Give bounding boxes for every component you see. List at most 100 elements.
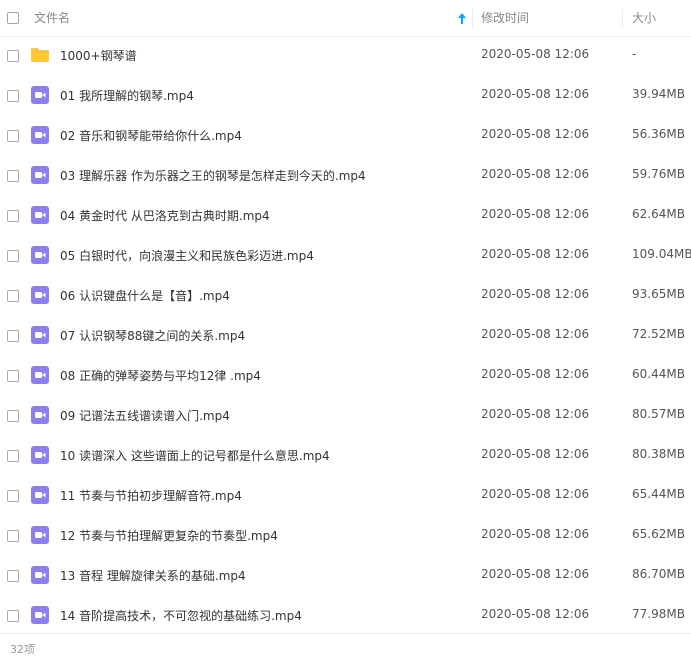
file-modified-time: 2020-05-08 12:06 xyxy=(481,407,590,421)
row-checkbox[interactable] xyxy=(7,490,19,502)
file-size: 60.44MB xyxy=(632,367,685,381)
file-name[interactable]: 08 正确的弹琴姿势与平均12律 .mp4 xyxy=(60,367,261,384)
file-size: - xyxy=(632,47,637,61)
file-modified-time: 2020-05-08 12:06 xyxy=(481,87,590,101)
file-size: 80.57MB xyxy=(632,407,685,421)
file-modified-time: 2020-05-08 12:06 xyxy=(481,287,590,301)
file-name[interactable]: 09 记谱法五线谱读谱入门.mp4 xyxy=(60,407,230,424)
file-modified-time: 2020-05-08 12:06 xyxy=(481,487,590,501)
column-divider[interactable] xyxy=(472,9,473,28)
row-checkbox[interactable] xyxy=(7,610,19,622)
video-file-icon xyxy=(30,605,50,625)
file-size: 65.62MB xyxy=(632,527,685,541)
file-modified-time: 2020-05-08 12:06 xyxy=(481,127,590,141)
file-modified-time: 2020-05-08 12:06 xyxy=(481,447,590,461)
file-row[interactable]: 09 记谱法五线谱读谱入门.mp4 2020-05-08 12:06 80.57MB xyxy=(0,396,691,436)
file-row[interactable]: 14 音阶提高技术，不可忽视的基础练习.mp4 2020-05-08 12:06 7… xyxy=(0,596,691,636)
row-checkbox[interactable] xyxy=(7,330,19,342)
row-checkbox[interactable] xyxy=(7,170,19,182)
file-row[interactable]: 03 理解乐器 作为乐器之王的钢琴是怎样走到今天的.mp4 2020-05-08 … xyxy=(0,156,691,196)
file-list-header: 文件名 修改时间 大小 xyxy=(0,0,691,37)
file-row[interactable]: 02 音乐和钢琴能带给你什么.mp4 2020-05-08 12:06 56.36M… xyxy=(0,116,691,156)
row-checkbox[interactable] xyxy=(7,50,19,62)
row-checkbox[interactable] xyxy=(7,290,19,302)
video-file-icon xyxy=(30,445,50,465)
file-modified-time: 2020-05-08 12:06 xyxy=(481,47,590,61)
video-file-icon xyxy=(30,205,50,225)
file-modified-time: 2020-05-08 12:06 xyxy=(481,527,590,541)
file-name[interactable]: 06 认识键盘什么是【音】.mp4 xyxy=(60,287,230,304)
file-row[interactable]: 13 音程 理解旋律关系的基础.mp4 2020-05-08 12:06 86.70… xyxy=(0,556,691,596)
file-name[interactable]: 13 音程 理解旋律关系的基础.mp4 xyxy=(60,567,246,584)
row-checkbox[interactable] xyxy=(7,210,19,222)
folder-icon xyxy=(30,45,50,65)
column-header-name[interactable]: 文件名 xyxy=(34,0,472,37)
row-checkbox[interactable] xyxy=(7,530,19,542)
file-name[interactable]: 12 节奏与节拍理解更复杂的节奏型.mp4 xyxy=(60,527,278,544)
file-size: 62.64MB xyxy=(632,207,685,221)
file-name[interactable]: 14 音阶提高技术，不可忽视的基础练习.mp4 xyxy=(60,607,302,624)
column-divider[interactable] xyxy=(622,9,623,28)
video-file-icon xyxy=(30,285,50,305)
sort-ascending-icon[interactable] xyxy=(458,13,466,24)
file-size: 72.52MB xyxy=(632,327,685,341)
video-file-icon xyxy=(30,85,50,105)
file-size: 39.94MB xyxy=(632,87,685,101)
file-name[interactable]: 04 黄金时代 从巴洛克到古典时期.mp4 xyxy=(60,207,270,224)
file-size: 93.65MB xyxy=(632,287,685,301)
row-checkbox[interactable] xyxy=(7,370,19,382)
row-checkbox[interactable] xyxy=(7,130,19,142)
row-checkbox[interactable] xyxy=(7,570,19,582)
row-checkbox[interactable] xyxy=(7,410,19,422)
file-name[interactable]: 03 理解乐器 作为乐器之王的钢琴是怎样走到今天的.mp4 xyxy=(60,167,366,184)
video-file-icon xyxy=(30,325,50,345)
file-name[interactable]: 11 节奏与节拍初步理解音符.mp4 xyxy=(60,487,242,504)
file-size: 86.70MB xyxy=(632,567,685,581)
file-name[interactable]: 05 白银时代，向浪漫主义和民族色彩迈进.mp4 xyxy=(60,247,314,264)
row-checkbox[interactable] xyxy=(7,90,19,102)
file-name[interactable]: 1000+钢琴谱 xyxy=(60,47,137,64)
video-file-icon xyxy=(30,485,50,505)
column-header-modified[interactable]: 修改时间 xyxy=(481,0,621,37)
status-bar: 32项 xyxy=(0,633,691,659)
file-row[interactable]: 1000+钢琴谱 2020-05-08 12:06 - xyxy=(0,36,691,76)
file-name[interactable]: 02 音乐和钢琴能带给你什么.mp4 xyxy=(60,127,242,144)
file-modified-time: 2020-05-08 12:06 xyxy=(481,567,590,581)
file-name[interactable]: 01 我所理解的钢琴.mp4 xyxy=(60,87,194,104)
file-row[interactable]: 12 节奏与节拍理解更复杂的节奏型.mp4 2020-05-08 12:06 65.… xyxy=(0,516,691,556)
video-file-icon xyxy=(30,405,50,425)
video-file-icon xyxy=(30,365,50,385)
file-row[interactable]: 06 认识键盘什么是【音】.mp4 2020-05-08 12:06 93.65MB xyxy=(0,276,691,316)
file-modified-time: 2020-05-08 12:06 xyxy=(481,167,590,181)
file-size: 59.76MB xyxy=(632,167,685,181)
file-size: 109.04MB xyxy=(632,247,691,261)
file-modified-time: 2020-05-08 12:06 xyxy=(481,367,590,381)
select-all-checkbox[interactable] xyxy=(7,12,19,24)
file-row[interactable]: 01 我所理解的钢琴.mp4 2020-05-08 12:06 39.94MB xyxy=(0,76,691,116)
row-checkbox[interactable] xyxy=(7,250,19,262)
file-size: 77.98MB xyxy=(632,607,685,621)
file-row[interactable]: 08 正确的弹琴姿势与平均12律 .mp4 2020-05-08 12:06 60.… xyxy=(0,356,691,396)
file-row[interactable]: 04 黄金时代 从巴洛克到古典时期.mp4 2020-05-08 12:06 62.… xyxy=(0,196,691,236)
row-checkbox[interactable] xyxy=(7,450,19,462)
file-modified-time: 2020-05-08 12:06 xyxy=(481,207,590,221)
file-size: 65.44MB xyxy=(632,487,685,501)
video-file-icon xyxy=(30,125,50,145)
file-size: 56.36MB xyxy=(632,127,685,141)
file-row[interactable]: 07 认识钢琴88键之间的关系.mp4 2020-05-08 12:06 72.52… xyxy=(0,316,691,356)
file-modified-time: 2020-05-08 12:06 xyxy=(481,327,590,341)
file-modified-time: 2020-05-08 12:06 xyxy=(481,247,590,261)
file-name[interactable]: 07 认识钢琴88键之间的关系.mp4 xyxy=(60,327,245,344)
video-file-icon xyxy=(30,565,50,585)
video-file-icon xyxy=(30,245,50,265)
file-size: 80.38MB xyxy=(632,447,685,461)
item-count: 32项 xyxy=(10,643,35,656)
video-file-icon xyxy=(30,525,50,545)
file-row[interactable]: 11 节奏与节拍初步理解音符.mp4 2020-05-08 12:06 65.44M… xyxy=(0,476,691,516)
file-row[interactable]: 10 读谱深入 这些谱面上的记号都是什么意思.mp4 2020-05-08 12:… xyxy=(0,436,691,476)
column-header-size[interactable]: 大小 xyxy=(632,0,687,37)
video-file-icon xyxy=(30,165,50,185)
file-modified-time: 2020-05-08 12:06 xyxy=(481,607,590,621)
file-name[interactable]: 10 读谱深入 这些谱面上的记号都是什么意思.mp4 xyxy=(60,447,330,464)
file-row[interactable]: 05 白银时代，向浪漫主义和民族色彩迈进.mp4 2020-05-08 12:06… xyxy=(0,236,691,276)
